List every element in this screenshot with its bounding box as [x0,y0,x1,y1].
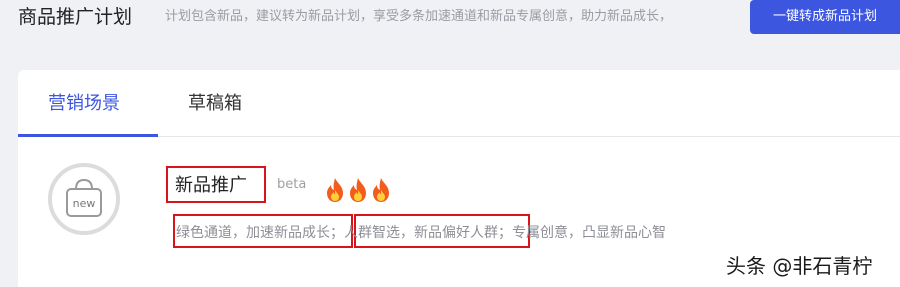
page-title: 商品推广计划 [18,6,133,28]
convert-to-new-product-plan-button[interactable]: 一键转成新品计划 [750,0,900,34]
scene-title[interactable]: 新品推广 [175,174,247,198]
top-bar: 商品推广计划 计划包含新品，建议转为新品计划，享受多条加速通道和新品专属创意，助… [0,0,900,40]
new-product-logo[interactable]: new [48,163,120,235]
active-tab-indicator [18,134,158,137]
tab-marketing-scenes[interactable]: 营销场景 [48,91,120,117]
watermark: 头条 @非石青柠 [726,254,873,278]
tab-bar: 营销场景 草稿箱 [18,70,900,137]
beta-badge: beta [277,177,307,192]
fire-icon [373,178,389,202]
logo-text: new [73,197,96,210]
tab-drafts[interactable]: 草稿箱 [188,91,242,117]
fire-icon [327,178,343,202]
page-description: 计划包含新品，建议转为新品计划，享受多条加速通道和新品专属创意，助力新品成长， [165,9,673,24]
shopping-bag-icon: new [66,178,102,217]
scene-description: 绿色通道，加速新品成长；人群智选，新品偏好人群；专属创意，凸显新品心智 [176,225,666,241]
fire-icon [350,178,366,202]
